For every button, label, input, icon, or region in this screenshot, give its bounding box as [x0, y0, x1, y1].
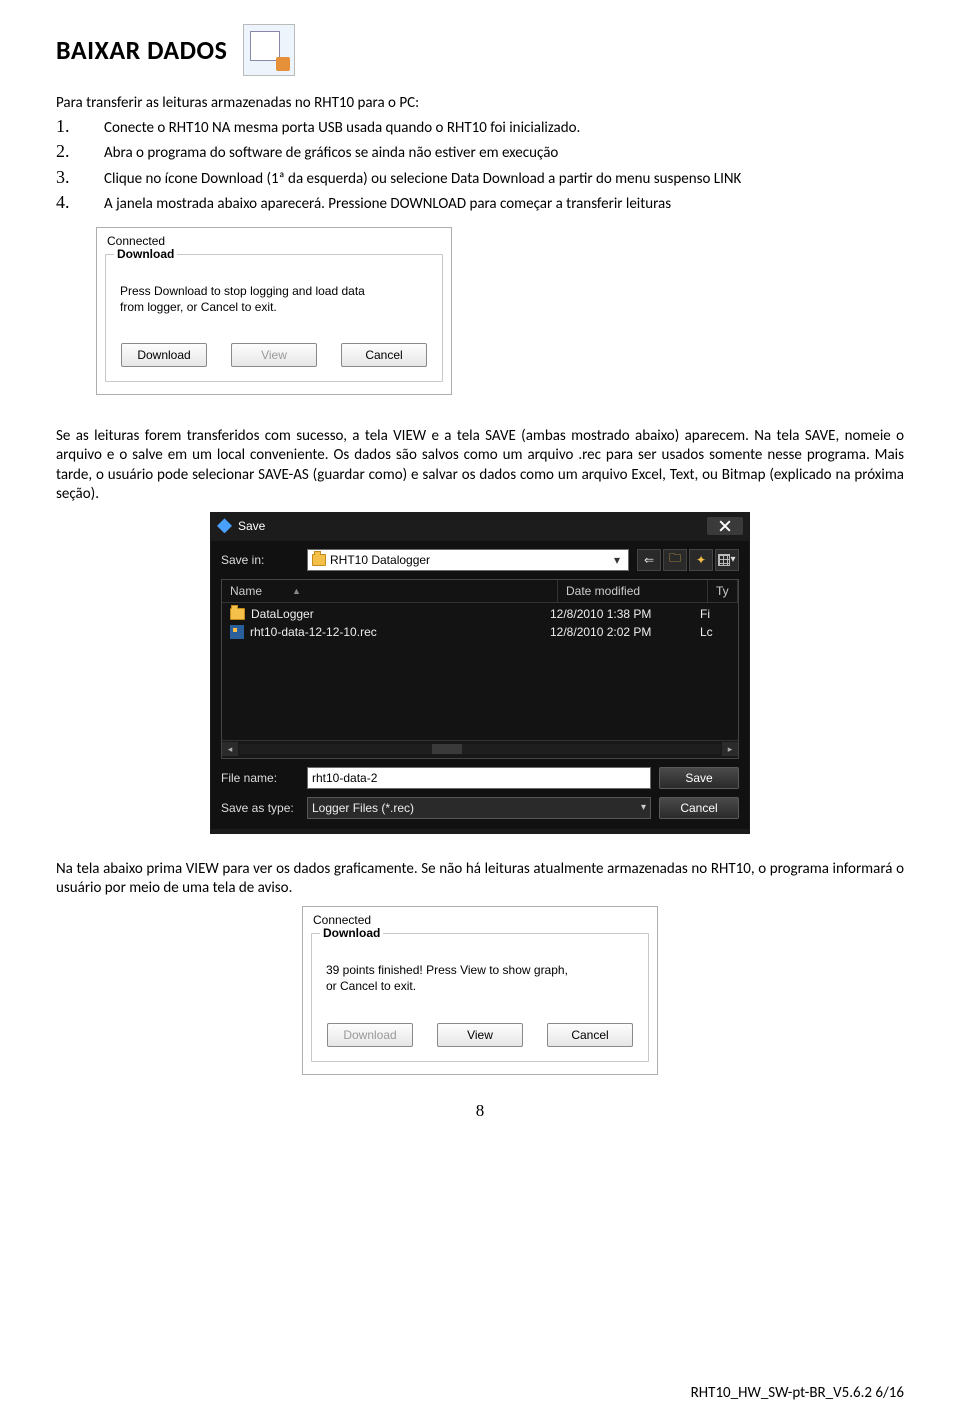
folder-icon — [230, 608, 245, 620]
cancel-button[interactable]: Cancel — [659, 797, 739, 819]
view-button[interactable]: View — [437, 1023, 523, 1047]
file-name: rht10-data-12-12-10.rec — [250, 625, 377, 639]
dialog-message: 39 points finished! Press View to show g… — [326, 962, 636, 994]
dialog-message-line2: from logger, or Cancel to exit. — [120, 299, 430, 315]
step-2: Abra o programa do software de gráficos … — [82, 140, 904, 164]
file-name-input[interactable]: rht10-data-2 — [307, 767, 651, 789]
col-name-label: Name — [230, 584, 262, 598]
paragraph-after-download: Se as leituras forem transferidos com su… — [56, 427, 904, 504]
step-1: Conecte o RHT10 NA mesma porta USB usada… — [82, 115, 904, 139]
download-dialog-initial: Connected Download Press Download to sto… — [96, 227, 452, 395]
chevron-down-icon: ▾ — [641, 802, 646, 813]
download-dialog-finished: Connected Download 39 points finished! P… — [302, 906, 658, 1074]
dialog-message-line2: or Cancel to exit. — [326, 978, 636, 994]
save-type-dropdown[interactable]: Logger Files (*.rec) ▾ — [307, 797, 651, 819]
download-button[interactable]: Download — [121, 343, 207, 367]
column-header-type[interactable]: Ty — [708, 580, 738, 602]
up-folder-button[interactable]: 🗀 — [663, 549, 687, 571]
file-list[interactable]: Name ▲ Date modified Ty DataLogger 12/8/… — [221, 579, 739, 759]
save-in-label: Save in: — [221, 553, 299, 567]
dialog-message: Press Download to stop logging and load … — [120, 283, 430, 315]
save-type-value: Logger Files (*.rec) — [312, 801, 414, 815]
scroll-right-icon[interactable]: ▸ — [722, 742, 738, 756]
file-date: 12/8/2010 2:02 PM — [550, 625, 700, 639]
file-row[interactable]: DataLogger 12/8/2010 1:38 PM Fi — [222, 605, 738, 623]
intro-text: Para transferir as leituras armazenadas … — [56, 94, 904, 113]
file-type: Fi — [700, 607, 730, 621]
page-title: BAIXAR DADOS — [56, 34, 227, 66]
horizontal-scrollbar[interactable]: ◂ ▸ — [222, 740, 738, 758]
scroll-left-icon[interactable]: ◂ — [222, 742, 238, 756]
file-row[interactable]: rht10-data-12-12-10.rec 12/8/2010 2:02 P… — [222, 623, 738, 641]
file-date: 12/8/2010 1:38 PM — [550, 607, 700, 621]
paragraph-after-save: Na tela abaixo prima VIEW para ver os da… — [56, 860, 904, 898]
chevron-down-icon: ▾ — [610, 550, 624, 570]
save-in-dropdown[interactable]: RHT10 Datalogger ▾ — [307, 549, 629, 571]
page-number: 8 — [56, 1101, 904, 1121]
cancel-button[interactable]: Cancel — [341, 343, 427, 367]
scroll-thumb[interactable] — [432, 744, 462, 754]
save-in-folder-name: RHT10 Datalogger — [330, 553, 606, 567]
save-type-label: Save as type: — [221, 801, 299, 815]
step-4: A janela mostrada abaixo aparecerá. Pres… — [82, 191, 904, 215]
download-button[interactable]: Download — [327, 1023, 413, 1047]
save-dialog: Save Save in: RHT10 Datalogger ▾ ⇐ 🗀 ✦ ▾ — [210, 512, 750, 834]
folder-icon — [312, 554, 326, 566]
file-type: Lc — [700, 625, 730, 639]
fieldset-legend: Download — [114, 247, 177, 261]
steps-list: Conecte o RHT10 NA mesma porta USB usada… — [56, 115, 904, 215]
file-name-label: File name: — [221, 771, 299, 785]
sort-indicator-icon: ▲ — [292, 586, 301, 596]
save-dialog-title: Save — [238, 519, 265, 533]
download-toolbar-icon — [243, 24, 295, 76]
column-header-date[interactable]: Date modified — [558, 580, 708, 602]
footer-id: RHT10_HW_SW-pt-BR_V5.6.2 6/16 — [691, 1384, 904, 1402]
back-button[interactable]: ⇐ — [637, 549, 661, 571]
file-name: DataLogger — [251, 607, 314, 621]
dialog-message-line1: Press Download to stop logging and load … — [120, 283, 430, 299]
view-mode-button[interactable]: ▾ — [715, 549, 739, 571]
fieldset-legend: Download — [320, 926, 383, 940]
close-icon — [719, 520, 731, 532]
save-button[interactable]: Save — [659, 767, 739, 789]
step-3: Clique no ícone Download (1ª da esquerda… — [82, 166, 904, 190]
new-folder-button[interactable]: ✦ — [689, 549, 713, 571]
close-button[interactable] — [707, 517, 743, 535]
column-header-name[interactable]: Name ▲ — [222, 580, 558, 602]
cancel-button[interactable]: Cancel — [547, 1023, 633, 1047]
file-icon — [230, 625, 244, 639]
view-button[interactable]: View — [231, 343, 317, 367]
app-icon — [217, 518, 232, 533]
dialog-message-line1: 39 points finished! Press View to show g… — [326, 962, 636, 978]
